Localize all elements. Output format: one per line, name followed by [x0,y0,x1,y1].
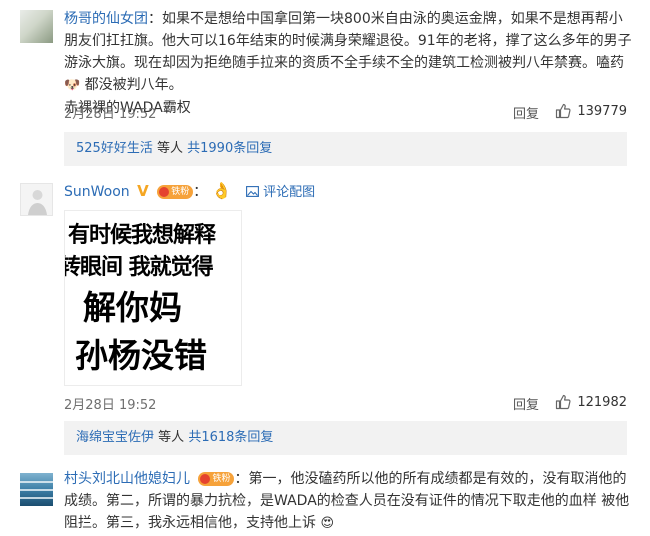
thumbs-up-icon [556,103,571,119]
avatar[interactable] [20,183,53,216]
ok-hand-emoji-icon: 👌 [211,181,232,200]
separator: ： [234,471,249,487]
sub-reply-middle: 等人 [156,141,183,156]
comment-meta: 2月28日 19:52 回复 121982 [64,394,627,414]
heart-eyes-emoji-icon: 😍 [320,516,335,531]
view-replies-link[interactable]: 共1990条回复 [187,141,272,156]
sub-reply-user[interactable]: 525好好生活 [76,141,153,156]
photo-link-label: 评论配图 [263,185,316,200]
image-text-line: 有时候我想解释 [68,223,216,248]
sub-reply-user[interactable]: 海绵宝宝佐伊 [76,430,154,445]
image-text-line: 孙杨没错 [75,336,207,375]
avatar[interactable] [20,473,53,506]
photo-link[interactable]: 评论配图 [246,185,315,200]
comment-body: 村头刘北山他媳妇儿 铁粉 ：第一，他没磕药所以他的所有成绩都是有效的，没有取消他的… [64,468,634,535]
fan-badge-label: 铁粉 [212,474,231,484]
person-figure-icon [28,190,47,215]
separator: ： [148,11,162,27]
avatar[interactable] [20,10,53,43]
comment-username[interactable]: 村头刘北山他媳妇儿 [64,471,190,487]
sub-replies-box: 海绵宝宝佐伊 等人 共1618条回复 [64,421,627,455]
comment-image[interactable]: 有时候我想解释 转眼间 我就觉得 解你妈 孙杨没错 [64,210,242,386]
heart-badge-icon: 铁粉 [157,185,194,199]
comment-time: 2月28日 19:52 [64,398,157,413]
reply-button[interactable]: 回复 [513,103,539,122]
fan-badge-label: 铁粉 [171,187,190,197]
like-button[interactable]: 121982 [555,394,627,410]
like-count: 139779 [577,103,627,119]
dog-emoji-icon: 🐶 [64,78,81,93]
comment-username[interactable]: 杨哥的仙女团 [64,11,148,27]
comment-time: 2月28日 19:52 [64,107,157,122]
image-text-line: 转眼间 我就觉得 [64,255,214,280]
sub-reply-middle: 等人 [158,430,185,445]
heart-badge-icon: 铁粉 [198,472,235,486]
comment-meta: 2月28日 19:52 回复 139779 [64,103,627,123]
verified-v-icon: V [137,182,149,200]
comment-username[interactable]: SunWoon [64,184,130,200]
reply-button[interactable]: 回复 [513,394,539,413]
view-replies-link[interactable]: 共1618条回复 [188,430,273,445]
comment-body: SunWoon V 铁粉： 👌 评论配图 [64,180,634,204]
sub-replies-box: 525好好生活 等人 共1990条回复 [64,132,627,166]
like-count: 121982 [577,394,627,410]
thumbs-up-icon [556,394,571,410]
image-icon [246,186,259,197]
comment-text-tail: 都没被判八年。 [84,77,183,93]
image-text-line: 解你妈 [83,288,182,327]
like-button[interactable]: 139779 [555,103,627,119]
separator: ： [193,184,208,200]
